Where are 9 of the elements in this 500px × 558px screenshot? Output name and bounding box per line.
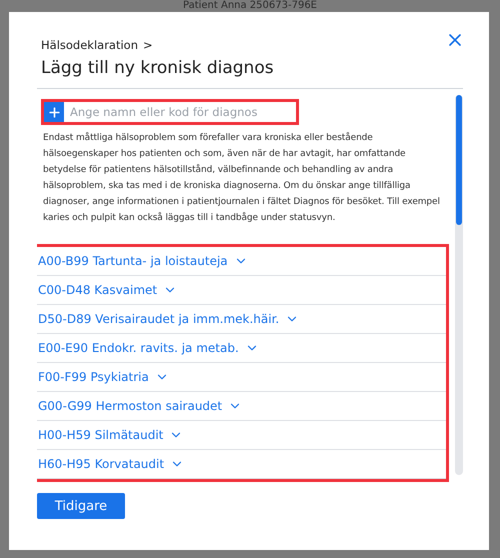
scrollbar-track[interactable] bbox=[455, 95, 463, 475]
breadcrumb-separator: > bbox=[143, 38, 153, 52]
back-button[interactable]: Tidigare bbox=[37, 493, 125, 519]
scrollbar-thumb[interactable] bbox=[456, 95, 462, 225]
breadcrumb-link[interactable]: Hälsodeklaration bbox=[41, 38, 138, 52]
window-title: Patient Anna 250673-796E bbox=[182, 0, 317, 12]
description-text: Endast måttliga hälsoproblem som förefaller vara kroniska eller bestående hälsoegenskaper hos patienten och som, även när de har avtagit, har omfattande betydelse för patientens hälsotillstånd, välbefinnande och behandling av andra hälsoproblem, ska tas med i de kroniska diagnoserna. Om du önskar ange tillfälliga diagnoser, ange informationen i patientjournalen i fältet Diagnos för besöket. Till exempel karies och pulpit kan också läggas till i tandbåge under statusvyn. bbox=[43, 131, 441, 225]
dialog-title: Lägg till ny kronisk diagnos bbox=[41, 58, 275, 78]
add-icon bbox=[44, 102, 64, 122]
